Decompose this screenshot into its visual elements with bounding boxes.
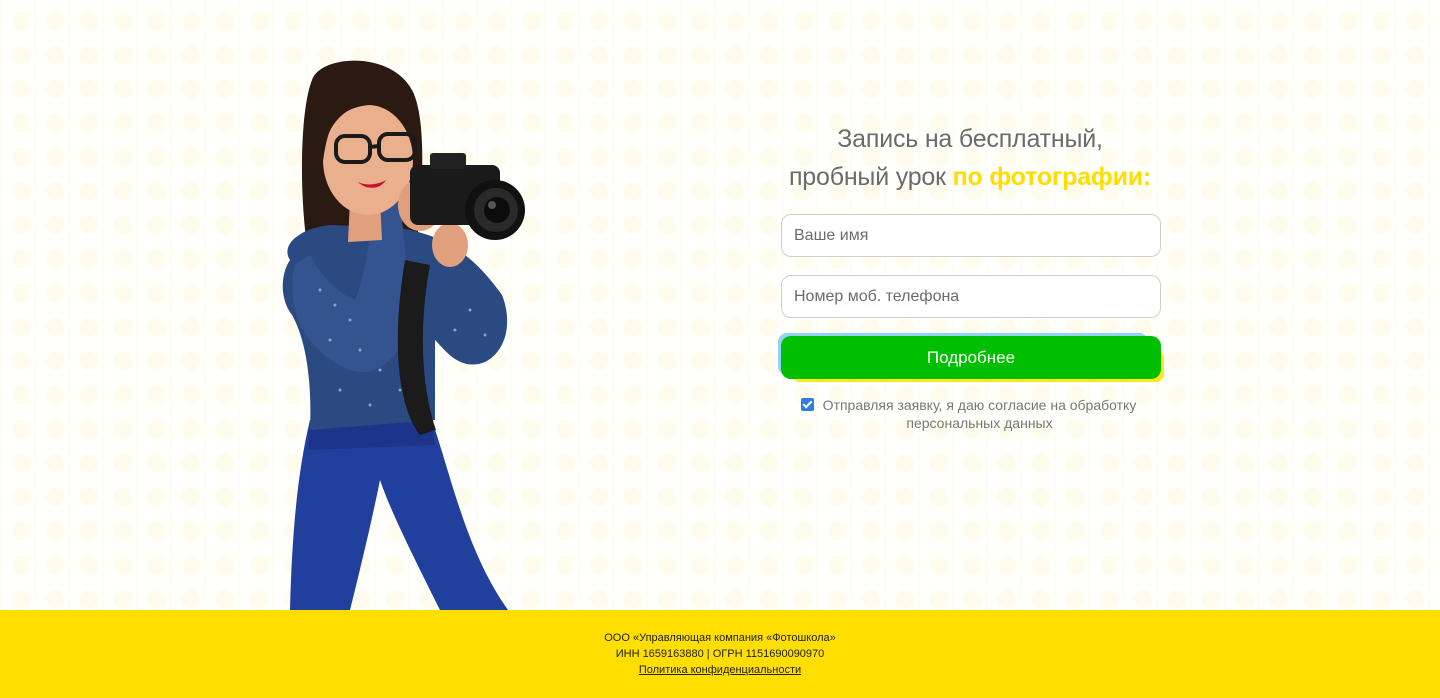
footer-company: ООО «Управляющая компания «Фотошкола» (604, 632, 836, 644)
footer: ООО «Управляющая компания «Фотошкола» ИН… (0, 610, 1440, 698)
title-accent: по фотографии: (952, 163, 1152, 191)
title-line-1: Запись на бесплатный, (837, 125, 1103, 153)
hero-section: Запись на бесплатный, пробный урок по фо… (0, 0, 1440, 610)
form-title: Запись на бесплатный, пробный урок по фо… (760, 120, 1180, 196)
signup-form: Запись на бесплатный, пробный урок по фо… (760, 120, 1180, 432)
title-line-2: пробный урок (788, 163, 953, 191)
photographer-image (240, 50, 560, 610)
name-input[interactable]: Ваше имя (781, 214, 1161, 257)
phone-input[interactable]: Номер моб. телефона (781, 275, 1161, 318)
privacy-policy-link[interactable]: Политика конфиденциальности (639, 664, 801, 676)
photographer-illustration (282, 60, 525, 610)
submit-button-wrap: Подробнее (778, 333, 1166, 384)
consent-checkbox[interactable] (800, 398, 814, 411)
submit-button[interactable]: Подробнее (781, 336, 1161, 379)
footer-registration: ИНН 1659163880 | ОГРН 1151690090970 (615, 648, 825, 660)
consent-text: Отправляя заявку, я даю согласие на обра… (822, 397, 1137, 431)
consent-row: Отправляя заявку, я даю согласие на обра… (760, 396, 1180, 432)
